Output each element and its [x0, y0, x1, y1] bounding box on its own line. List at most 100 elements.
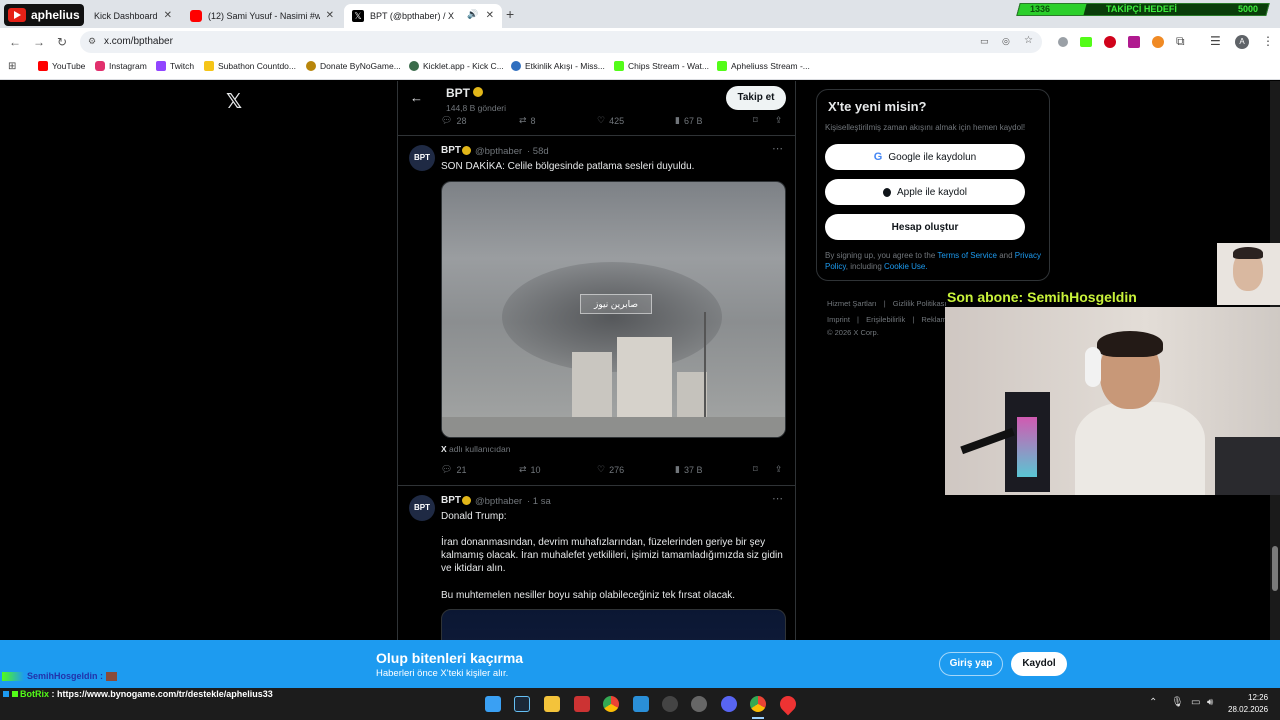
- scrollbar-thumb[interactable]: [1272, 546, 1278, 591]
- author-name[interactable]: BPT: [441, 495, 461, 506]
- footer-link-imprint[interactable]: Imprint: [827, 315, 850, 324]
- more-options-icon[interactable]: ⋯: [772, 142, 783, 155]
- bookmark-icon[interactable]: ⌑: [753, 115, 758, 126]
- repost-button[interactable]: ⇄ 8: [519, 115, 536, 126]
- bookmark-apheliuss-stream[interactable]: Apheliuss Stream -...: [717, 61, 810, 71]
- terms-link[interactable]: Terms of Service: [937, 251, 997, 260]
- new-tab-button[interactable]: +: [506, 6, 514, 22]
- avatar[interactable]: BPT: [409, 495, 435, 521]
- more-options-icon[interactable]: ⋯: [772, 492, 783, 505]
- apps-grid-icon[interactable]: ⊞: [8, 61, 16, 72]
- footer-link-ads[interactable]: Reklam: [921, 315, 946, 324]
- create-account-button[interactable]: Hesap oluştur: [825, 214, 1025, 240]
- bookmark-label: Etkinlik Akışı - Miss...: [525, 61, 605, 71]
- reload-icon[interactable]: ↻: [57, 35, 67, 49]
- clock-time[interactable]: 12:26: [1248, 693, 1268, 702]
- obs-icon[interactable]: [662, 696, 678, 712]
- address-bar[interactable]: ⚙ x.com/bpthaber ▭ ◎ ☆: [80, 31, 1042, 53]
- steam-icon[interactable]: [514, 696, 530, 712]
- clock-date[interactable]: 28.02.2026: [1228, 705, 1268, 714]
- speaker-icon[interactable]: 🔊: [467, 9, 478, 20]
- hide-eye-icon[interactable]: ◎: [1002, 36, 1010, 47]
- profile-avatar[interactable]: A: [1235, 35, 1249, 49]
- follow-button[interactable]: Takip et: [726, 86, 786, 110]
- tweet-time[interactable]: · 58d: [527, 146, 549, 157]
- bookmark-icon[interactable]: ⌑: [753, 464, 758, 475]
- windows-start-icon[interactable]: [485, 696, 501, 712]
- discord-icon[interactable]: [721, 696, 737, 712]
- tab-x-bpthaber[interactable]: 𝕏 BPT (@bpthaber) / X 🔊 ✕: [344, 4, 502, 28]
- author-handle[interactable]: @bpthaber: [475, 146, 522, 157]
- follower-goal-current: 1336: [1030, 4, 1051, 14]
- footer-link-accessibility[interactable]: Erişilebilirlik: [866, 315, 905, 324]
- bookmark-label: YouTube: [52, 61, 86, 71]
- file-explorer-icon[interactable]: [544, 696, 560, 712]
- footer-link-terms[interactable]: Hizmet Şartları: [827, 299, 877, 308]
- bookmark-youtube[interactable]: YouTube: [38, 61, 85, 71]
- share-icon[interactable]: ⇪: [775, 464, 783, 475]
- purple-extension-icon[interactable]: [1128, 36, 1140, 48]
- signup-button[interactable]: Kaydol: [1011, 652, 1067, 676]
- network-icon[interactable]: ▭: [1191, 697, 1200, 708]
- back-arrow-icon[interactable]: ←: [9, 35, 21, 49]
- chrome-icon[interactable]: [603, 696, 619, 712]
- chrome-menu-icon[interactable]: ⋮: [1262, 34, 1274, 48]
- site-info-icon[interactable]: ⚙: [88, 36, 96, 47]
- apple-signup-button[interactable]: Apple ile kaydol: [825, 179, 1025, 205]
- bookmark-star-icon[interactable]: ☆: [1024, 35, 1033, 46]
- app-news-icon[interactable]: [574, 696, 590, 712]
- footer-link-privacy[interactable]: Gizlilik Politikası: [893, 299, 947, 308]
- stream-logo: aphelius: [4, 4, 84, 26]
- bookmark-etkinlik[interactable]: Etkinlik Akışı - Miss...: [511, 61, 605, 71]
- tweet-time[interactable]: · 1 sa: [527, 496, 551, 507]
- banner-title: Olup bitenleri kaçırma: [376, 650, 524, 666]
- tweet[interactable]: BPT BPT @bpthaber · 58d ⋯ SON DAKİKA: Ce…: [398, 136, 795, 485]
- map-pin-app-icon[interactable]: [776, 692, 800, 716]
- close-icon[interactable]: ✕: [164, 10, 172, 21]
- legal-text-part: , including: [845, 262, 882, 271]
- tab-youtube[interactable]: (12) Sami Yusuf - Nasimi #work ✕: [182, 4, 342, 28]
- tweet[interactable]: BPT BPT @bpthaber · 1 sa ⋯ Donald Trump:…: [398, 486, 795, 640]
- install-app-icon[interactable]: ▭: [980, 36, 989, 47]
- browser-tab-strip: Kick Dashboard ✕ (12) Sami Yusuf - Nasim…: [0, 0, 1280, 28]
- volume-icon[interactable]: 🔊︎: [1207, 697, 1213, 708]
- tweet-media-image[interactable]: صابرين نيوز: [441, 181, 786, 438]
- bookmark-chips-stream[interactable]: Chips Stream - Wat...: [614, 61, 709, 71]
- extensions-puzzle-icon[interactable]: ⧉: [1176, 34, 1185, 49]
- green-extension-icon[interactable]: [1080, 37, 1092, 47]
- bookmark-twitch[interactable]: Twitch: [156, 61, 194, 71]
- cookie-link[interactable]: Cookie Use.: [884, 262, 928, 271]
- media-control-icon[interactable]: ☰: [1210, 34, 1221, 48]
- share-icon[interactable]: ⇪: [775, 115, 783, 126]
- settings-gear-icon[interactable]: [691, 696, 707, 712]
- author-name[interactable]: BPT: [441, 145, 461, 156]
- like-button[interactable]: ♡ 425: [597, 115, 624, 126]
- like-button[interactable]: ♡ 276: [597, 464, 624, 475]
- google-signup-button[interactable]: G Google ile kaydolun: [825, 144, 1025, 170]
- bookmark-kicklet[interactable]: Kicklet.app - Kick C...: [409, 61, 504, 71]
- x-home-logo-icon[interactable]: 𝕏: [226, 89, 242, 114]
- author-handle[interactable]: @bpthaber: [475, 496, 522, 507]
- close-icon[interactable]: ✕: [326, 10, 334, 21]
- tweet-media-image[interactable]: [441, 609, 786, 640]
- login-button[interactable]: Giriş yap: [939, 652, 1003, 676]
- tray-chevron-icon[interactable]: ⌃: [1149, 697, 1157, 708]
- views-button[interactable]: ▮ 67 B: [675, 115, 702, 126]
- repost-button[interactable]: ⇄ 10: [519, 464, 541, 475]
- avatar[interactable]: BPT: [409, 145, 435, 171]
- back-arrow-icon[interactable]: ←: [410, 90, 423, 105]
- forward-arrow-icon[interactable]: →: [33, 35, 45, 49]
- snipping-tool-icon[interactable]: [633, 696, 649, 712]
- orange-extension-icon[interactable]: [1152, 36, 1164, 48]
- reply-button[interactable]: 💬︎ 28: [441, 115, 466, 126]
- chrome-active-icon[interactable]: [750, 696, 766, 712]
- shield-extension-icon[interactable]: [1058, 37, 1068, 47]
- red-extension-icon[interactable]: [1104, 36, 1116, 48]
- bookmark-instagram[interactable]: Instagram: [95, 61, 147, 71]
- reply-button[interactable]: 💬︎ 21: [441, 464, 466, 475]
- close-icon[interactable]: ✕: [486, 10, 494, 21]
- bookmark-bynogame[interactable]: Donate ByNoGame...: [306, 61, 401, 71]
- mic-icon[interactable]: 🎙︎: [1171, 697, 1184, 708]
- views-button[interactable]: ▮ 37 B: [675, 464, 702, 475]
- bookmark-subathon[interactable]: Subathon Countdo...: [204, 61, 296, 71]
